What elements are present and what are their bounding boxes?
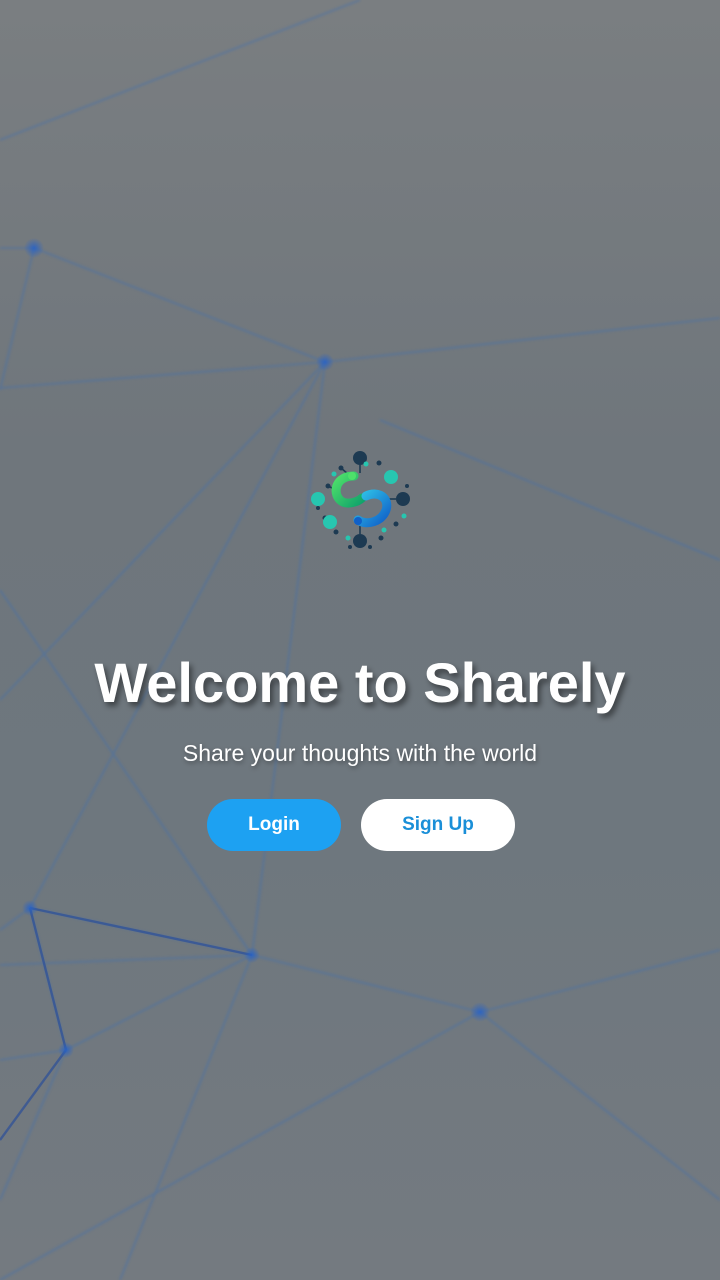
tagline: Share your thoughts with the world <box>182 740 538 766</box>
sign-up-button[interactable]: Sign Up <box>361 799 515 851</box>
login-button[interactable]: Login <box>207 799 341 851</box>
sharely-logo-icon <box>311 451 410 549</box>
page-title: Welcome to Sharely <box>94 651 626 714</box>
welcome-screen: Welcome to Sharely Share your thoughts w… <box>0 0 720 1280</box>
